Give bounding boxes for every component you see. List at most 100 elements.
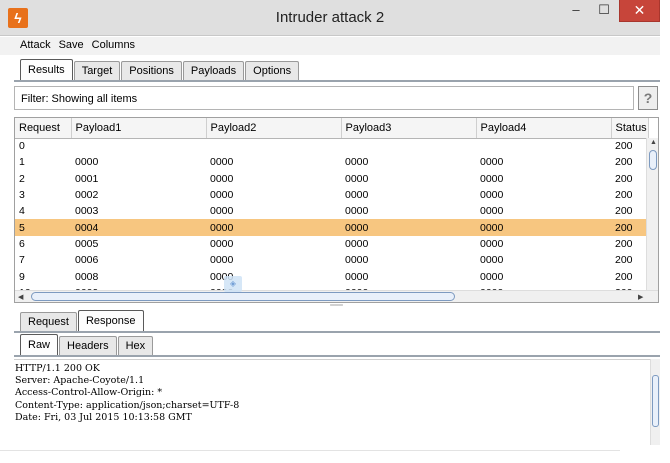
cell-payload1: 0005 [75, 237, 99, 250]
menu-attack[interactable]: Attack [0, 37, 55, 51]
cell-request: 5 [15, 219, 71, 236]
tab-target[interactable]: Target [73, 61, 121, 81]
cell-payload2: 0000 [210, 172, 234, 185]
column-header-status[interactable]: Status [611, 118, 649, 139]
table-row[interactable]: 5 0004 0000 0000 0000 200 [15, 219, 648, 236]
close-button[interactable]: ✕ [619, 0, 660, 22]
cell-payload4: 0000 [480, 172, 504, 185]
column-header-payload4[interactable]: Payload4 [476, 118, 612, 139]
response-scroll-thumb[interactable] [652, 375, 659, 427]
scroll-left-arrow-icon[interactable]: ◀ [18, 293, 23, 301]
minimize-button[interactable]: – [563, 0, 589, 22]
cell-status: 200 [615, 172, 633, 185]
cell-request: 6 [19, 237, 25, 250]
window-title: Intruder attack 2 [275, 9, 385, 26]
tab-results[interactable]: Results [20, 59, 73, 81]
column-header-request[interactable]: Request [15, 118, 72, 139]
results-table: Request Payload1 Payload2 Payload3 Paylo… [14, 117, 659, 303]
menu-columns[interactable]: Columns [88, 37, 139, 51]
table-row[interactable]: 1 0000 0000 0000 0000 200 [15, 154, 648, 170]
table-row[interactable]: 0 200 [15, 138, 648, 154]
cell-payload2: 0000 [210, 156, 234, 169]
column-header-payload1[interactable]: Payload1 [71, 118, 207, 139]
table-header-row: Request Payload1 Payload2 Payload3 Paylo… [15, 118, 649, 139]
tab-request[interactable]: Request [20, 312, 77, 332]
tab-hex[interactable]: Hex [117, 336, 154, 356]
cell-request: 4 [19, 205, 25, 218]
maximize-button[interactable]: ☐ [591, 0, 617, 22]
tab-response[interactable]: Response [77, 310, 144, 332]
table-vertical-scrollbar[interactable]: ▲ [646, 138, 658, 290]
table-horizontal-scroll-thumb[interactable] [31, 292, 455, 301]
table-row[interactable]: 7 0006 0000 0000 0000 200 [15, 252, 648, 268]
table-row[interactable]: 3 0002 0000 0000 0000 200 [15, 187, 648, 203]
detail-tab-divider [14, 331, 660, 333]
cell-payload3 [341, 138, 476, 154]
table-vertical-scroll-thumb[interactable] [649, 150, 657, 170]
cell-status: 200 [611, 219, 648, 236]
cell-payload3: 0000 [341, 219, 476, 236]
cell-payload1: 0002 [75, 189, 99, 202]
tab-payloads[interactable]: Payloads [182, 61, 245, 81]
cell-status: 200 [615, 205, 633, 218]
tab-divider [14, 80, 660, 82]
cell-request: 7 [19, 254, 25, 267]
cell-payload1: 0000 [75, 156, 99, 169]
cell-payload2: 0000 [210, 189, 234, 202]
menu-save[interactable]: Save [55, 37, 88, 51]
main-tab-bar: Results Target Positions Payloads Option… [20, 59, 300, 81]
cell-payload2: 0000 [206, 219, 341, 236]
table-row[interactable]: 4 0003 0000 0000 0000 200 [15, 203, 648, 219]
cell-payload2: 0000 [210, 205, 234, 218]
view-tab-divider [14, 355, 660, 357]
table-row[interactable]: 2 0001 0000 0000 0000 200 [15, 171, 648, 187]
title-bar: ϟ Intruder attack 2 – ☐ ✕ [0, 0, 660, 36]
cell-payload4 [476, 138, 611, 154]
cell-status: 200 [615, 140, 633, 153]
tab-raw[interactable]: Raw [20, 334, 59, 356]
cell-status: 200 [615, 189, 633, 202]
cell-request: 0 [19, 140, 25, 153]
table-row[interactable]: 9 0008 0000 0000 0000 200 [15, 268, 648, 284]
cell-payload1: 0004 [71, 219, 206, 236]
cell-payload2 [206, 138, 341, 154]
cell-request: 1 [19, 156, 25, 169]
cell-payload1 [71, 138, 206, 154]
cell-payload3: 0000 [345, 205, 369, 218]
cell-payload3: 0000 [345, 189, 369, 202]
cell-payload2: 0000 [210, 237, 234, 250]
bottom-divider [0, 450, 620, 451]
response-line: HTTP/1.1 200 OK [15, 363, 100, 374]
view-tab-bar: Raw Headers Hex [20, 334, 154, 356]
response-line: Date: Fri, 03 Jul 2015 10:13:58 GMT [15, 411, 192, 423]
scroll-right-arrow-icon[interactable]: ▶ [638, 293, 643, 301]
table-horizontal-scrollbar[interactable]: ◀ ▶ [15, 290, 658, 302]
cell-payload4: 0000 [480, 270, 504, 283]
filter-bar[interactable]: Filter: Showing all items [14, 86, 634, 110]
response-line: Access-Control-Allow-Origin: * [15, 387, 163, 399]
tab-options[interactable]: Options [245, 61, 300, 81]
response-vertical-scrollbar[interactable] [650, 359, 660, 445]
scroll-up-arrow-icon[interactable]: ▲ [650, 139, 657, 146]
help-button[interactable]: ? [638, 86, 658, 110]
response-raw-text[interactable]: HTTP/1.1 200 OK Server: Apache-Coyote/1.… [14, 359, 650, 445]
cell-payload4: 0000 [480, 254, 504, 267]
cell-payload4: 0000 [480, 205, 504, 218]
column-header-payload3[interactable]: Payload3 [341, 118, 477, 139]
cell-request: 9 [19, 270, 25, 283]
table-row[interactable]: 6 0005 0000 0000 0000 200 [15, 236, 648, 252]
response-line: Content-Type: application/json;charset=U… [15, 399, 240, 411]
pane-splitter[interactable]: ═══ [14, 303, 659, 309]
tab-positions[interactable]: Positions [121, 61, 182, 81]
cell-request: 3 [19, 189, 25, 202]
cell-payload3: 0000 [345, 156, 369, 169]
cell-payload1: 0006 [75, 254, 99, 267]
cell-request: 2 [19, 172, 25, 185]
cell-payload4: 0000 [480, 156, 504, 169]
tab-headers[interactable]: Headers [59, 336, 117, 356]
watermark-icon: ◈ [224, 276, 242, 292]
cell-payload4: 0000 [480, 237, 504, 250]
cell-payload2: 0000 [210, 254, 234, 267]
column-header-payload2[interactable]: Payload2 [206, 118, 342, 139]
detail-tab-bar: Request Response [20, 310, 145, 332]
